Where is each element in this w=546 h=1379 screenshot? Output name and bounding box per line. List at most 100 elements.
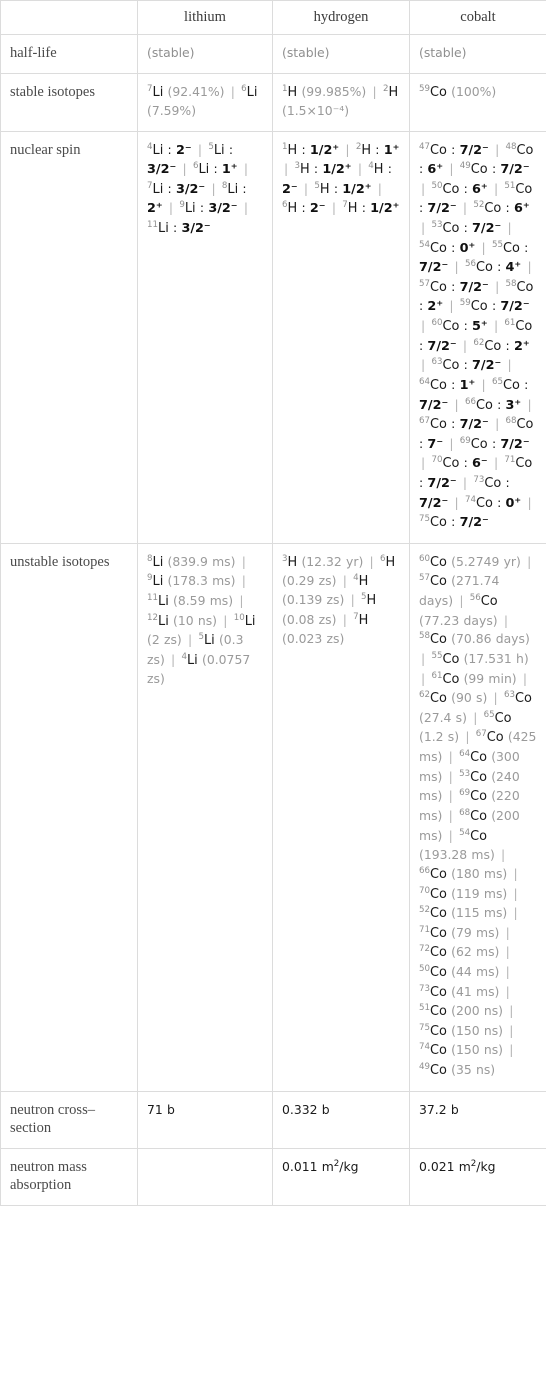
- mass-number: 11: [147, 219, 159, 230]
- spin-value: 2⁺: [427, 299, 444, 315]
- spin-value: 5⁺: [472, 319, 488, 335]
- separator: |: [448, 749, 453, 765]
- separator: |: [481, 376, 486, 392]
- separator: |: [345, 141, 350, 157]
- abundance-or-halflife: (5.2749 yr): [451, 553, 521, 569]
- spin-value: 7/2⁻: [500, 436, 530, 452]
- separator: |: [505, 983, 510, 999]
- element-symbol: Co: [430, 142, 447, 158]
- element-symbol: Co: [494, 710, 512, 726]
- separator: |: [171, 651, 176, 667]
- cell-neutron-mass-absorption-hydrogen: 0.011 m2/kg: [272, 1148, 410, 1206]
- separator: |: [465, 729, 470, 745]
- isotope-symbol: 65Co: [484, 710, 512, 725]
- header-cell-hydrogen: hydrogen: [272, 0, 410, 35]
- cell-neutron-cross-section-hydrogen: 0.332 b: [272, 1091, 410, 1149]
- isotope-symbol: 61Co: [504, 317, 532, 334]
- isotope-symbol: 70Co: [419, 886, 447, 901]
- separator: |: [369, 553, 374, 569]
- separator: |: [513, 885, 518, 901]
- spin-value: 1/2⁺: [309, 142, 340, 158]
- spin-value: 7/2⁻: [500, 299, 530, 315]
- abundance-or-halflife: (0.29 zs): [282, 573, 337, 589]
- abundance-or-halflife: (100%): [451, 83, 497, 99]
- spin-value: 7/2⁻: [459, 417, 489, 433]
- element-symbol: Co: [430, 1023, 447, 1039]
- isotope-symbol: 6Li: [241, 84, 257, 99]
- spin-value: 0⁺: [459, 240, 476, 256]
- element-symbol: Li: [187, 652, 198, 668]
- element-symbol: Co: [442, 671, 460, 687]
- isotope-symbol: 72Co: [419, 944, 447, 960]
- mass-number: 61: [431, 670, 443, 681]
- isotope-symbol: 73Co: [473, 475, 501, 490]
- element-symbol: Co: [475, 495, 493, 511]
- element-symbol: Co: [470, 750, 487, 766]
- separator: |: [223, 612, 228, 628]
- abundance-or-halflife: (115 ms): [451, 905, 508, 921]
- separator: |: [243, 161, 248, 177]
- spin-value: 7/2⁻: [459, 142, 489, 158]
- mass-number: 49: [459, 161, 471, 172]
- element-symbol: Co: [430, 279, 447, 295]
- mass-number: 61: [504, 317, 516, 328]
- element-symbol: Li: [152, 554, 164, 570]
- isotope-symbol: 9Li: [179, 200, 195, 216]
- mass-number: 47: [419, 141, 431, 152]
- element-symbol: Co: [430, 377, 447, 393]
- element-symbol: H: [358, 612, 369, 628]
- isotope-symbol: 69Co: [459, 788, 487, 805]
- separator: |: [462, 200, 468, 216]
- element-symbol: Co: [486, 730, 504, 746]
- isotope-symbol: 60Co: [419, 554, 447, 569]
- isotope-symbol: 49Co: [419, 1062, 447, 1078]
- separator: |: [182, 161, 187, 177]
- mass-number: 51: [504, 180, 516, 191]
- isotope-symbol: 4Li: [147, 142, 163, 157]
- mass-number: 50: [431, 180, 443, 191]
- separator: |: [473, 709, 478, 725]
- isotope-symbol: 57Co: [419, 573, 447, 589]
- element-symbol: Li: [152, 181, 164, 197]
- spin-value: 1⁺: [221, 162, 238, 178]
- spin-value: 6⁺: [513, 201, 530, 217]
- mass-number: 60: [419, 553, 431, 564]
- spin-value: 7/2⁻: [419, 397, 449, 413]
- mass-number: 65: [483, 709, 495, 720]
- separator: |: [303, 180, 309, 196]
- separator: |: [449, 161, 454, 177]
- header-cell-corner: [0, 0, 138, 35]
- spin-value: 3/2⁻: [147, 162, 177, 178]
- isotope-symbol: 68Co: [505, 415, 534, 432]
- abundance-or-halflife: (0.08 zs): [282, 611, 337, 627]
- isotope-symbol: 9Li: [147, 573, 164, 590]
- separator: |: [509, 1003, 514, 1019]
- separator: |: [522, 670, 528, 686]
- element-symbol: Co: [442, 456, 460, 472]
- element-symbol: Co: [484, 201, 502, 217]
- element-symbol: Li: [227, 181, 239, 197]
- isotope-symbol: 54Co: [419, 240, 447, 255]
- isotope-symbol: 3H: [282, 554, 297, 569]
- element-symbol: Li: [152, 574, 164, 590]
- element-symbol: Co: [470, 789, 487, 805]
- element-symbol: Co: [484, 475, 502, 491]
- mass-number: 53: [459, 768, 471, 779]
- spin-value: 7/2⁻: [472, 221, 502, 237]
- abundance-or-halflife: (70.86 days): [451, 631, 530, 647]
- element-symbol: Co: [430, 886, 447, 902]
- mass-number: 50: [419, 963, 431, 974]
- isotope-symbol: 1H: [282, 142, 297, 157]
- abundance-or-halflife: (1.5×10⁻⁴): [282, 102, 350, 118]
- isotope-symbol: 7Li: [147, 84, 163, 99]
- isotope-symbol: 10Li: [234, 613, 256, 628]
- mass-number: 62: [419, 690, 431, 701]
- element-symbol: Co: [430, 1004, 447, 1020]
- isotope-symbol: 4H: [353, 573, 368, 589]
- separator: |: [421, 670, 426, 686]
- cell-stable-isotopes-lithium: 7Li (92.41%) | 6Li (7.59%): [137, 73, 273, 132]
- spin-value: 7/2⁻: [427, 338, 457, 354]
- separator: |: [503, 612, 509, 628]
- mass-number: 11: [147, 592, 159, 603]
- mass-number: 68: [505, 415, 517, 426]
